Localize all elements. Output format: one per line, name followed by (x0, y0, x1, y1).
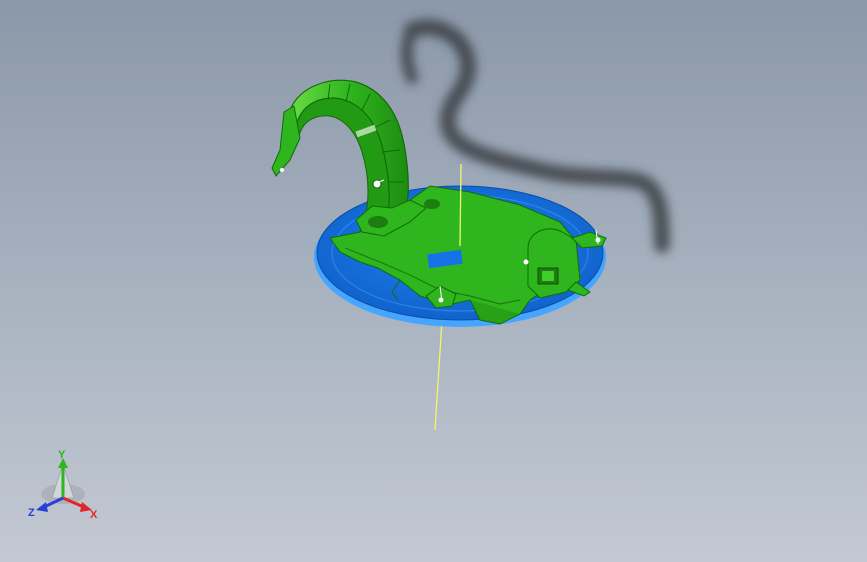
model-scene[interactable] (0, 0, 867, 562)
z-axis-label: Z (28, 507, 35, 519)
x-axis-label: X (90, 509, 98, 521)
axis-line-lower (434, 319, 443, 431)
coordinate-triad: Y X Z (22, 446, 106, 526)
y-axis-label: Y (58, 449, 66, 461)
graphics-viewport[interactable]: Y X Z (0, 0, 867, 562)
